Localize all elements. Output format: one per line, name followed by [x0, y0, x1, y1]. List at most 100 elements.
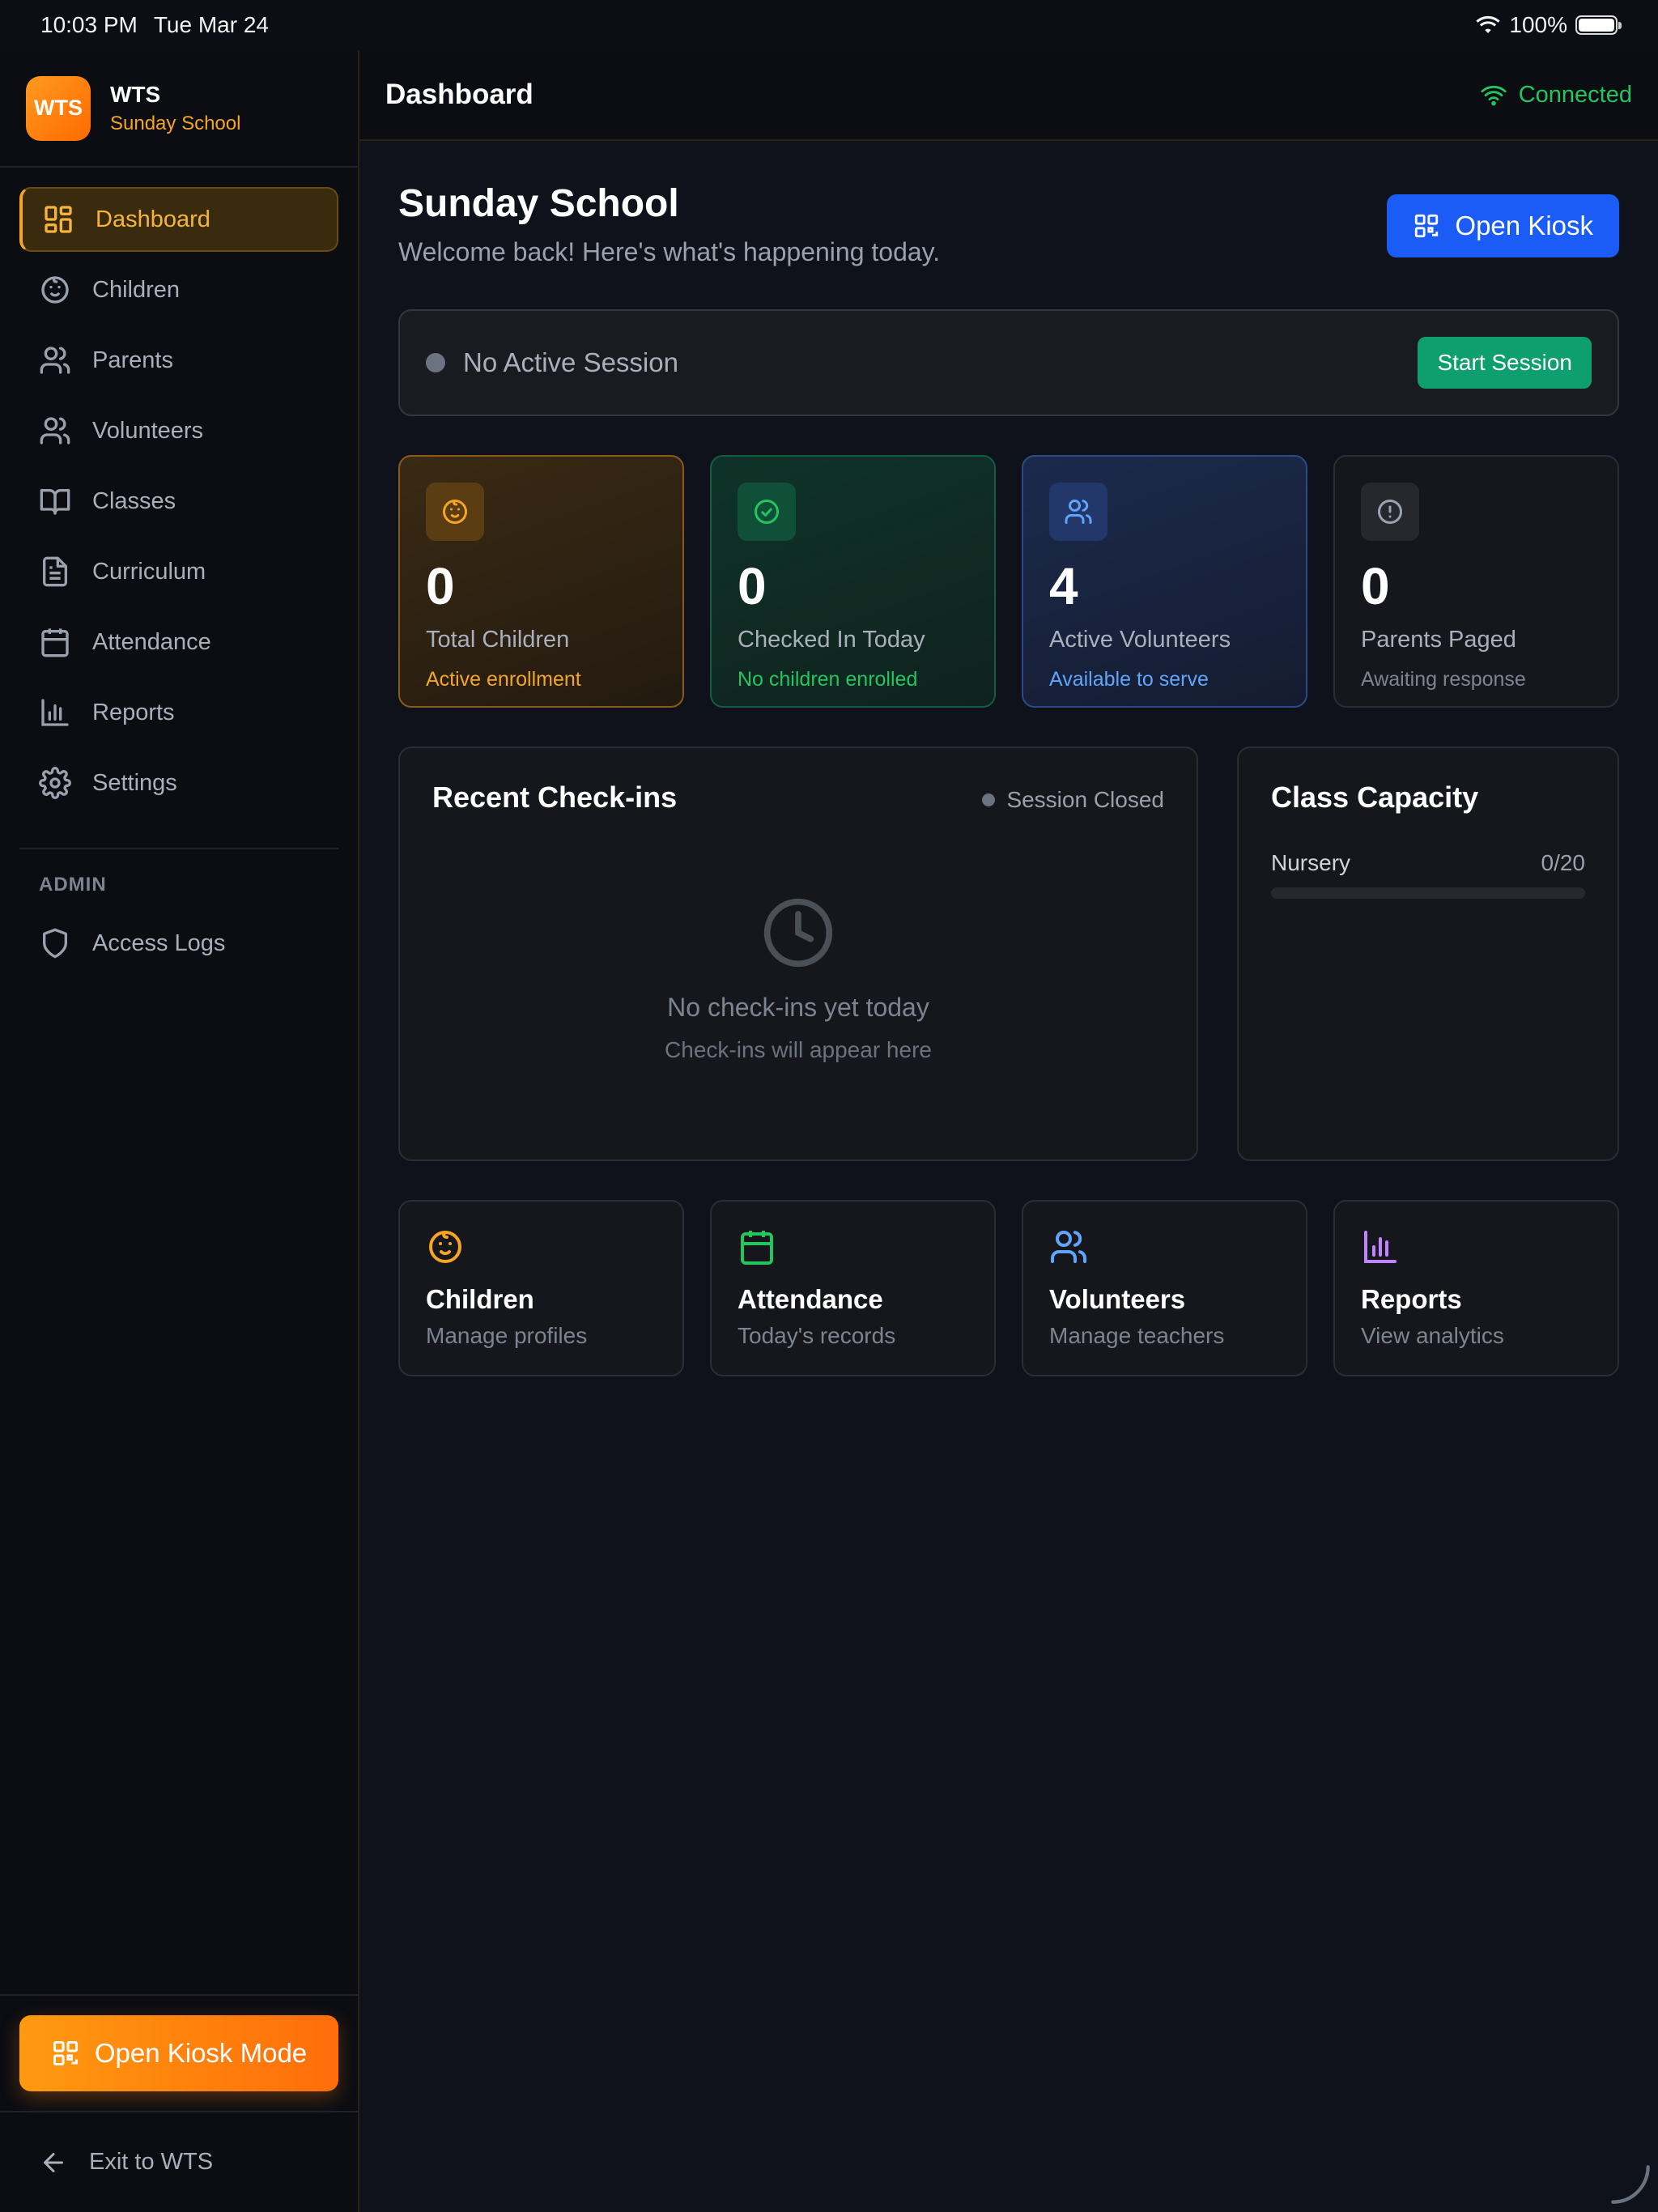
sidebar-item-curriculum[interactable]: Curriculum: [19, 539, 338, 604]
open-kiosk-mode-label: Open Kiosk Mode: [94, 2038, 308, 2068]
main-content: Sunday School Welcome back! Here's what'…: [398, 141, 1619, 1376]
sidebar-item-classes[interactable]: Classes: [19, 469, 338, 534]
stat-value: 0: [1361, 557, 1390, 615]
stat-label: Total Children: [426, 627, 570, 653]
open-kiosk-label: Open Kiosk: [1455, 211, 1593, 240]
baby-icon: [429, 1231, 461, 1263]
quick-link-title: Attendance: [738, 1284, 883, 1314]
top-header: Dashboard Connected: [359, 50, 1658, 141]
status-date: Tue Mar 24: [153, 12, 269, 37]
sidebar-item-attendance[interactable]: Attendance: [19, 610, 338, 674]
resize-handle-icon[interactable]: [1609, 2163, 1652, 2206]
stat-subtext: No children enrolled: [738, 668, 918, 691]
exit-label: Exit to WTS: [89, 2149, 214, 2175]
users-icon: [1051, 1231, 1087, 1263]
quick-link-reports[interactable]: Reports View analytics: [1333, 1200, 1619, 1376]
baby-icon: [426, 483, 484, 541]
recent-checkins-panel: Recent Check-ins Session Closed No check…: [398, 747, 1198, 1161]
status-dot: [982, 793, 996, 806]
gear-icon: [39, 767, 71, 799]
brand-subtitle: Sunday School: [110, 112, 241, 134]
open-kiosk-button[interactable]: Open Kiosk: [1387, 194, 1619, 257]
sidebar-item-access-logs[interactable]: Access Logs: [19, 911, 338, 976]
sidebar-item-dashboard[interactable]: Dashboard: [19, 187, 338, 252]
brand-logo: WTS: [26, 75, 91, 141]
wifi-icon: [1476, 15, 1501, 33]
stat-card-total-children[interactable]: 0 Total Children Active enrollment: [398, 455, 684, 708]
capacity-bar: [1271, 887, 1585, 899]
page-title: Sunday School: [398, 182, 679, 225]
sidebar-item-label: Attendance: [92, 628, 211, 655]
status-time: 10:03 PM: [40, 12, 138, 37]
quick-link-subtitle: View analytics: [1361, 1323, 1504, 1348]
kiosk-mode-section: Open Kiosk Mode: [0, 1994, 358, 2111]
users-icon: [40, 347, 70, 374]
session-closed-badge: Session Closed: [982, 787, 1164, 813]
sidebar-item-parents[interactable]: Parents: [19, 328, 338, 393]
alert-circle-icon: [1361, 483, 1419, 541]
stat-label: Parents Paged: [1361, 627, 1516, 653]
sidebar-item-label: Dashboard: [96, 206, 210, 232]
exit-button[interactable]: Exit to WTS: [0, 2111, 358, 2212]
sidebar-item-label: Settings: [92, 769, 177, 796]
status-right: 100%: [1475, 12, 1622, 38]
bar-chart-icon: [1364, 1231, 1397, 1263]
stat-card-checked-in[interactable]: 0 Checked In Today No children enrolled: [710, 455, 996, 708]
quick-link-title: Reports: [1361, 1284, 1462, 1314]
quick-links-row: Children Manage profiles Attendance Toda…: [398, 1200, 1619, 1376]
bar-chart-icon: [41, 699, 69, 726]
class-capacity-panel: Class Capacity Nursery 0/20: [1237, 747, 1619, 1161]
header-title: Dashboard: [385, 79, 534, 110]
page-header: Sunday School Welcome back! Here's what'…: [398, 181, 1619, 267]
admin-nav: Access Logs: [0, 911, 358, 976]
sidebar-divider: [19, 848, 338, 849]
stat-label: Checked In Today: [738, 627, 925, 653]
open-kiosk-mode-button[interactable]: Open Kiosk Mode: [19, 2015, 338, 2091]
quick-link-title: Children: [426, 1284, 534, 1314]
users-icon: [40, 417, 70, 445]
baby-icon: [41, 276, 69, 304]
sidebar: WTS WTS Sunday School Dashboard Children…: [0, 50, 359, 2212]
calendar-icon: [741, 1231, 773, 1265]
users-icon: [1049, 483, 1107, 541]
sidebar-item-label: Children: [92, 276, 180, 303]
session-bar: No Active Session Start Session: [398, 309, 1619, 416]
empty-title: No check-ins yet today: [667, 993, 929, 1022]
sidebar-item-reports[interactable]: Reports: [19, 680, 338, 745]
quick-link-attendance[interactable]: Attendance Today's records: [710, 1200, 996, 1376]
stat-subtext: Available to serve: [1049, 668, 1209, 691]
stat-value: 0: [426, 557, 455, 615]
quick-link-children[interactable]: Children Manage profiles: [398, 1200, 684, 1376]
start-session-button[interactable]: Start Session: [1418, 337, 1592, 389]
sidebar-item-label: Parents: [92, 347, 173, 373]
quick-link-subtitle: Today's records: [738, 1323, 896, 1348]
qr-code-icon: [53, 2041, 78, 2065]
stat-card-parents-paged[interactable]: 0 Parents Paged Awaiting response: [1333, 455, 1619, 708]
class-name: Nursery: [1271, 850, 1351, 875]
quick-link-volunteers[interactable]: Volunteers Manage teachers: [1022, 1200, 1307, 1376]
stat-subtext: Active enrollment: [426, 668, 581, 691]
battery-percent: 100%: [1509, 12, 1567, 37]
capacity-row: Nursery 0/20: [1271, 850, 1585, 876]
empty-state: No check-ins yet today Check-ins will ap…: [432, 895, 1164, 1063]
sidebar-item-label: Classes: [92, 487, 176, 514]
sidebar-item-settings[interactable]: Settings: [19, 751, 338, 815]
sidebar-item-volunteers[interactable]: Volunteers: [19, 398, 338, 463]
stat-card-active-volunteers[interactable]: 4 Active Volunteers Available to serve: [1022, 455, 1307, 708]
sidebar-item-label: Reports: [92, 699, 175, 725]
session-closed-label: Session Closed: [1006, 787, 1164, 812]
battery-icon: [1575, 15, 1622, 35]
quick-link-subtitle: Manage profiles: [426, 1323, 588, 1348]
sidebar-item-label: Volunteers: [92, 417, 204, 444]
admin-section-label: ADMIN: [39, 874, 107, 895]
sidebar-item-children[interactable]: Children: [19, 257, 338, 322]
stat-value: 0: [738, 557, 767, 615]
brand[interactable]: WTS WTS Sunday School: [0, 50, 358, 168]
book-icon: [40, 489, 70, 515]
sidebar-nav: Dashboard Children Parents Volunteers Cl…: [0, 168, 358, 815]
page-subtitle: Welcome back! Here's what's happening to…: [398, 237, 941, 266]
stat-value: 4: [1049, 557, 1078, 615]
dashboard-icon: [45, 206, 72, 233]
shield-icon: [43, 928, 68, 959]
arrow-left-icon: [44, 2152, 63, 2172]
